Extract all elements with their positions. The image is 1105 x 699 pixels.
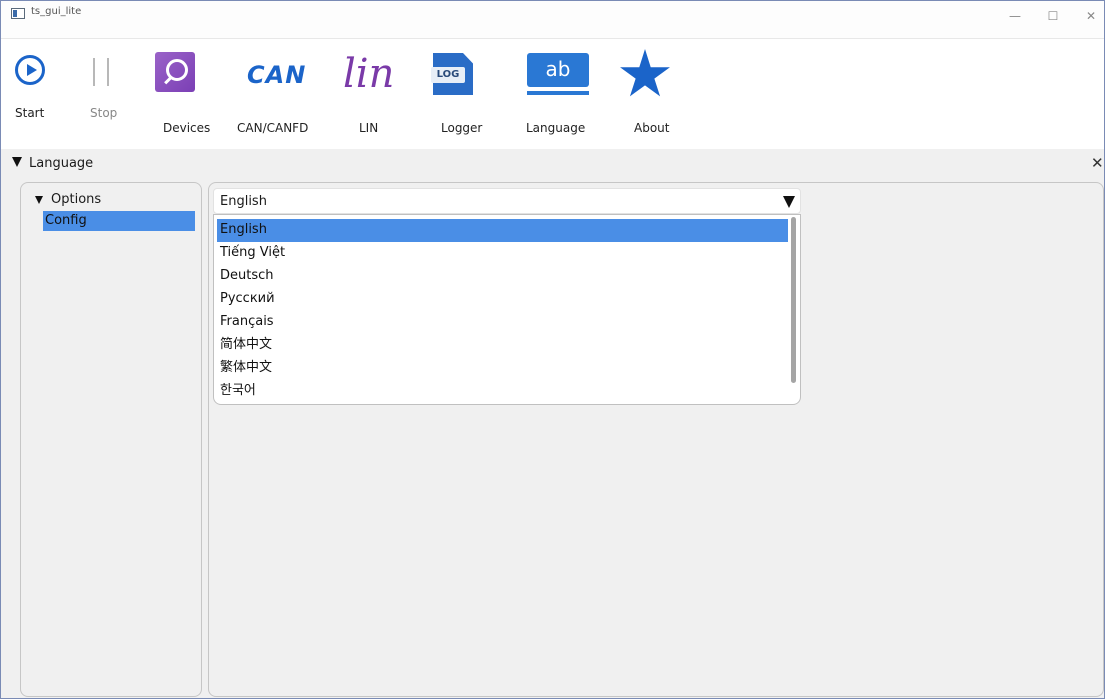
maximize-button[interactable]: ☐ xyxy=(1037,5,1069,27)
expand-arrow-icon[interactable] xyxy=(35,196,43,204)
language-option[interactable]: Deutsch xyxy=(217,265,788,288)
app-window: ts_gui_lite — ☐ ✕ Start Stop Devices CAN… xyxy=(0,0,1105,699)
language-icon-underline xyxy=(527,91,589,95)
language-option[interactable]: Tiếng Việt xyxy=(217,242,788,265)
options-tree: Options Config xyxy=(20,182,202,697)
toolbar: Start Stop Devices CAN CAN/CANFD lin LIN… xyxy=(1,39,1104,149)
app-icon xyxy=(11,8,25,19)
language-option[interactable]: 한국어 xyxy=(217,380,788,403)
lin-label: LIN xyxy=(359,121,379,135)
language-select[interactable]: English xyxy=(213,188,801,214)
dropdown-scrollbar[interactable] xyxy=(791,217,796,383)
lin-icon: lin xyxy=(343,51,395,97)
language-panel-header[interactable]: Language ✕ xyxy=(1,153,1104,175)
language-option[interactable]: 简体中文 xyxy=(217,334,788,357)
close-panel-button[interactable]: ✕ xyxy=(1091,154,1104,172)
language-option[interactable]: English xyxy=(217,219,788,242)
can-icon: CAN xyxy=(247,61,307,89)
language-option[interactable]: Français xyxy=(217,311,788,334)
play-icon xyxy=(15,55,45,85)
language-dropdown-list: English Tiếng Việt Deutsch Русский Franç… xyxy=(213,214,801,405)
language-option[interactable]: 繁体中文 xyxy=(217,357,788,380)
search-icon xyxy=(155,52,195,92)
window-title: ts_gui_lite xyxy=(31,6,82,17)
tree-item-config[interactable]: Config xyxy=(43,211,195,231)
title-bar: ts_gui_lite — ☐ ✕ xyxy=(1,1,1104,39)
language-option[interactable]: Русский xyxy=(217,288,788,311)
can-label: CAN/CANFD xyxy=(237,121,309,135)
about-label: About xyxy=(634,121,670,135)
close-window-button[interactable]: ✕ xyxy=(1075,5,1104,27)
pause-icon xyxy=(93,58,109,86)
chevron-down-icon[interactable] xyxy=(783,196,795,208)
tree-item-options[interactable]: Options xyxy=(51,192,101,207)
devices-label: Devices xyxy=(163,121,211,135)
start-label: Start xyxy=(15,106,45,120)
stop-label: Stop xyxy=(90,106,118,120)
minimize-button[interactable]: — xyxy=(999,5,1031,27)
panel-title: Language xyxy=(29,156,94,171)
star-icon xyxy=(620,49,670,97)
collapse-arrow-icon[interactable] xyxy=(12,157,22,167)
language-label: Language xyxy=(526,121,586,135)
logger-label: Logger xyxy=(441,121,483,135)
log-tag: LOG xyxy=(431,67,465,83)
language-icon: ab xyxy=(527,53,589,87)
language-select-value: English xyxy=(220,194,267,209)
